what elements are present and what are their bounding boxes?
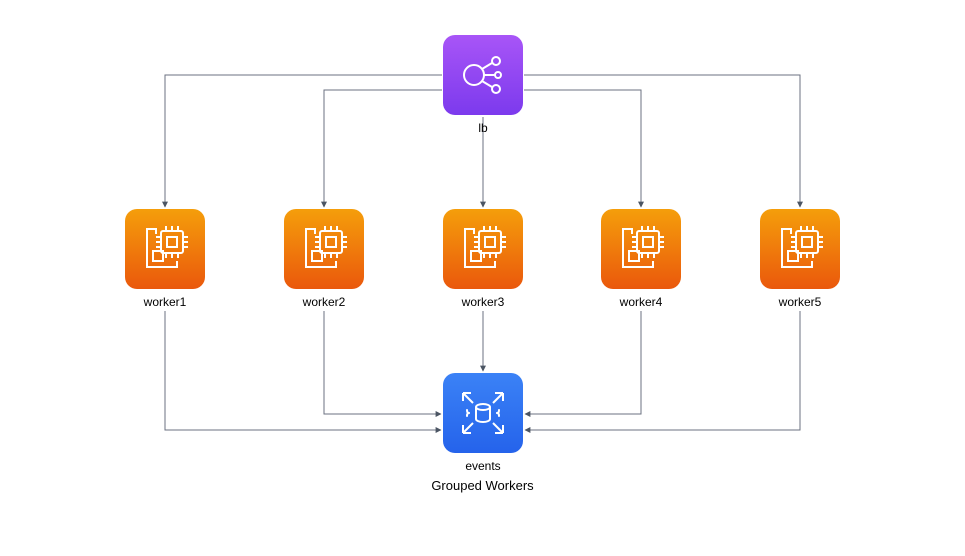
edge-worker4-events (525, 311, 641, 414)
node-lb-label: lb (478, 121, 487, 135)
edge-worker5-events (525, 311, 800, 430)
compute-icon (601, 209, 681, 289)
edge-worker2-events (324, 311, 441, 414)
node-worker1: worker1 (125, 209, 205, 309)
node-worker3-label: worker3 (462, 295, 505, 309)
node-worker3: worker3 (443, 209, 523, 309)
architecture-diagram: lb worker1 (0, 0, 965, 556)
node-worker5-label: worker5 (779, 295, 822, 309)
edge-lb-worker4 (524, 90, 641, 207)
compute-icon (284, 209, 364, 289)
node-worker4-label: worker4 (620, 295, 663, 309)
node-worker1-label: worker1 (144, 295, 187, 309)
edge-worker1-events (165, 311, 441, 430)
node-worker4: worker4 (601, 209, 681, 309)
node-worker5: worker5 (760, 209, 840, 309)
compute-icon (443, 209, 523, 289)
node-lb: lb (443, 35, 523, 135)
edge-lb-worker5 (524, 75, 800, 207)
node-worker2-label: worker2 (303, 295, 346, 309)
edge-lb-worker2 (324, 90, 442, 207)
compute-icon (760, 209, 840, 289)
node-events-label: events (465, 459, 500, 473)
diagram-title: Grouped Workers (0, 478, 965, 493)
load-balancer-icon (443, 35, 523, 115)
node-worker2: worker2 (284, 209, 364, 309)
node-events: events (443, 373, 523, 473)
database-icon (443, 373, 523, 453)
edge-lb-worker1 (165, 75, 442, 207)
compute-icon (125, 209, 205, 289)
